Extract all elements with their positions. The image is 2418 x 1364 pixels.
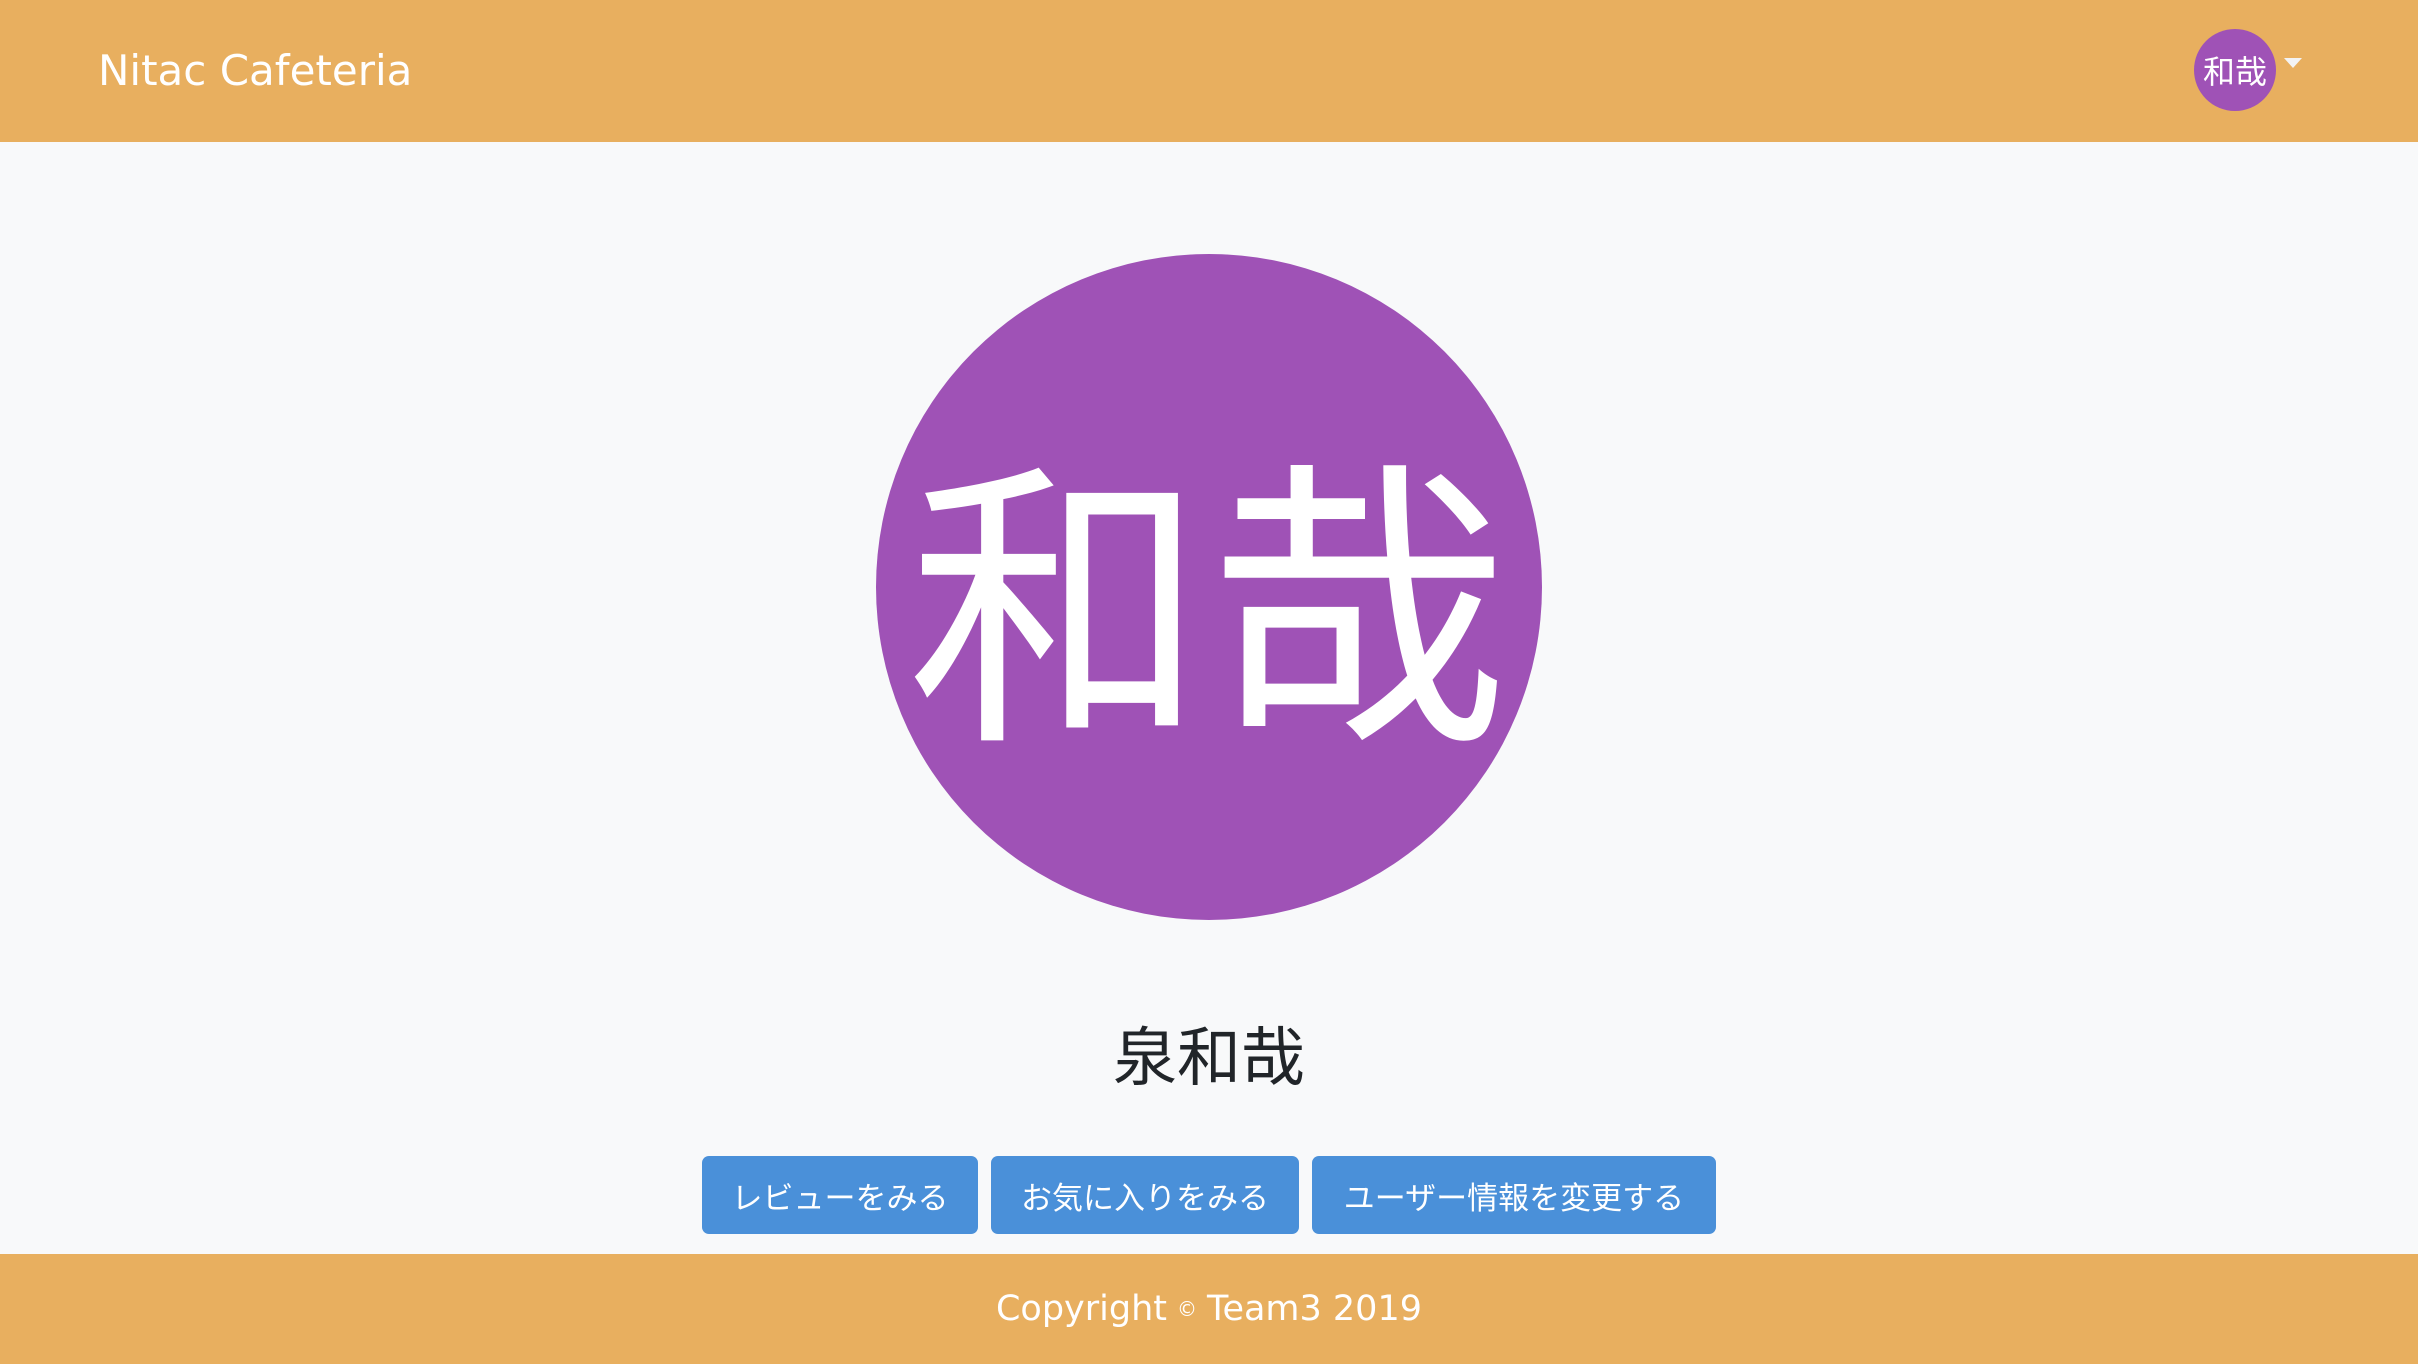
copyright-symbol: ©: [1177, 1297, 1198, 1321]
profile-actions: レビューをみる お気に入りをみる ユーザー情報を変更する: [0, 1156, 2418, 1234]
top-navbar: Nitac Cafeteria 和哉: [0, 0, 2418, 142]
edit-user-info-button[interactable]: ユーザー情報を変更する: [1312, 1156, 1716, 1234]
page-footer: Copyright © Team3 2019: [0, 1254, 2418, 1364]
profile-name: 泉和哉: [1113, 1022, 1305, 1096]
copyright-owner: Team3 2019: [1207, 1289, 1422, 1329]
brand-link[interactable]: Nitac Cafeteria: [98, 0, 412, 142]
user-avatar: 和哉: [2194, 29, 2276, 111]
copyright-label: Copyright: [995, 1289, 1168, 1329]
caret-down-icon: [2284, 58, 2302, 68]
profile-page: 和哉 泉和哉 レビューをみる お気に入りをみる ユーザー情報を変更する: [0, 142, 2418, 1254]
view-reviews-button[interactable]: レビューをみる: [702, 1156, 978, 1234]
profile-avatar: 和哉: [876, 254, 1542, 920]
user-menu-toggle[interactable]: 和哉: [2194, 28, 2302, 112]
view-favorites-button[interactable]: お気に入りをみる: [991, 1156, 1299, 1234]
